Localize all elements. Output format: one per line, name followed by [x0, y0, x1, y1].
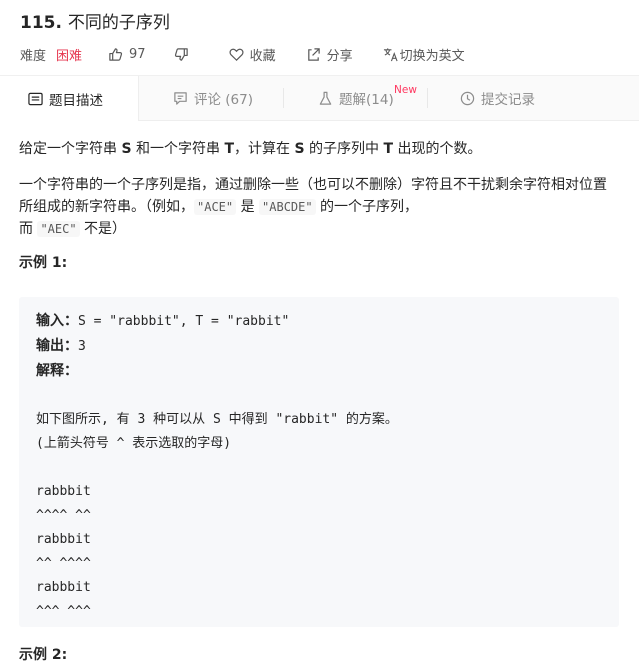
translate-icon: [383, 47, 398, 61]
description-paragraph: 给定一个字符串 S 和一个字符串 T，计算在 S 的子序列中 T 出现的个数。: [19, 141, 482, 157]
clock-icon: [460, 91, 475, 105]
difficulty-label: 难度: [20, 48, 47, 64]
comment-icon: [174, 91, 187, 105]
collect-label: 收藏: [249, 48, 276, 64]
tab-divider: [283, 88, 284, 108]
flask-icon: [319, 91, 332, 105]
switch-language-label: 切换为英文: [399, 48, 465, 64]
tab-submissions-label: 提交记录: [481, 92, 535, 108]
thumb-up-icon: [109, 47, 123, 61]
document-icon: [28, 92, 43, 105]
inline-code: "ABCDE": [259, 199, 316, 215]
tab-comments-label: 评论 (67): [194, 92, 254, 108]
page-title: 115. 不同的子序列: [20, 8, 170, 33]
collect-button[interactable]: 收藏: [229, 45, 276, 64]
heart-icon: [229, 48, 244, 61]
tab-comments[interactable]: 评论 (67): [173, 76, 253, 120]
problem-meta: 难度 困难 97 收藏 分享 切换为英文: [20, 44, 465, 64]
example-1-title: 示例 1:: [19, 255, 68, 271]
problem-name: 不同的子序列: [67, 13, 170, 33]
tab-divider: [427, 88, 428, 108]
thumb-down-icon: [174, 47, 188, 61]
share-label: 分享: [326, 48, 353, 64]
switch-language-button[interactable]: 切换为英文: [383, 45, 465, 64]
problem-header: 115. 不同的子序列 难度 困难 97 收藏 分享 切换为英文: [0, 0, 639, 76]
new-badge: New: [394, 84, 417, 96]
problem-description: 给定一个字符串 S 和一个字符串 T，计算在 S 的子序列中 T 出现的个数。 …: [19, 128, 619, 290]
share-button[interactable]: 分享: [306, 45, 353, 64]
tab-solutions[interactable]: 题解(14): [318, 76, 394, 120]
share-icon: [307, 47, 320, 61]
example-2-title: 示例 2:: [19, 647, 68, 663]
tab-description-label: 题目描述: [49, 92, 103, 109]
tab-submissions[interactable]: 提交记录: [460, 76, 535, 120]
dislike-button[interactable]: [174, 47, 195, 62]
tab-solutions-label: 题解(14): [339, 92, 394, 108]
like-count: 97: [129, 46, 146, 62]
inline-code: "AEC": [37, 221, 80, 237]
tab-description[interactable]: 题目描述: [0, 76, 139, 121]
example-1-code-block: 输入：S = "rabbbit", T = "rabbit" 输出：3 解释： …: [19, 297, 619, 627]
problem-number: 115.: [20, 13, 62, 33]
tab-bar: 题目描述 评论 (67) 题解(14) New 提交记录: [0, 76, 639, 121]
description-paragraph: 一个字符串的一个子序列是指，通过删除一些（也可以不删除）字符且不干扰剩余字符相对…: [19, 177, 607, 237]
like-button[interactable]: 97: [108, 47, 146, 62]
difficulty-badge: 困难: [56, 48, 83, 64]
inline-code: "ACE": [194, 199, 237, 215]
